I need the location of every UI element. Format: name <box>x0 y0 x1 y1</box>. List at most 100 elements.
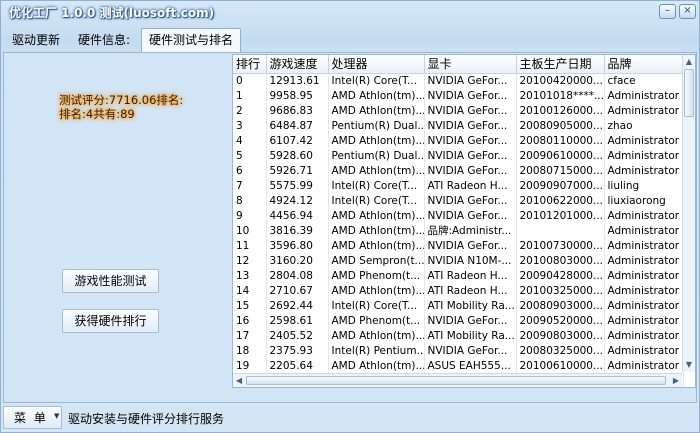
column-header-cpu[interactable]: 处理器 <box>328 55 425 74</box>
column-header-game-speed[interactable]: 游戏速度 <box>266 55 329 74</box>
scroll-right-icon[interactable]: ▶ <box>670 374 682 387</box>
table-row[interactable]: 0 12913.61 Intel(R) Core(T... NVIDIA GeFor.… <box>233 73 684 88</box>
window-title: 优化工厂 1.0.0 测试(luosoft.com) <box>9 6 215 20</box>
minimize-button[interactable]: – <box>659 4 676 19</box>
score-line: 测试评分:7716.06排名: <box>59 93 184 107</box>
cell-cpu: AMD Athlon(tm)... <box>328 133 425 148</box>
table-row[interactable]: 1 9958.95 AMD Athlon(tm)... NVIDIA GeFor...… <box>233 88 684 103</box>
menu-label: 菜 单 <box>14 411 48 425</box>
cell-gpu: ATI Mobility Ra... <box>424 298 517 313</box>
table-row[interactable]: 2 9686.83 AMD Athlon(tm)... NVIDIA GeFor...… <box>233 103 684 118</box>
cell-gpu: NVIDIA GeFor... <box>424 238 517 253</box>
cell-brand: Administrator <box>604 163 684 178</box>
cell-brand: Administrator <box>604 133 684 148</box>
cell-cpu: Pentium(R) Dual... <box>328 148 425 163</box>
cell-cpu: AMD Athlon(tm)... <box>328 283 425 298</box>
cell-board-date: 20100622000... <box>516 193 605 208</box>
column-header-gpu[interactable]: 显卡 <box>424 55 517 74</box>
cell-rank: 15 <box>233 298 267 313</box>
cell-board-date: 20090520000... <box>516 313 605 328</box>
cell-board-date: 20080110000... <box>516 133 605 148</box>
table-row[interactable]: 14 2710.67 AMD Athlon(tm)... ATI Radeon H..… <box>233 283 684 298</box>
cell-rank: 9 <box>233 208 267 223</box>
ranking-table[interactable]: 排行 游戏速度 处理器 显卡 主板生产日期 品牌 0 12913.61 Intel(… <box>232 54 696 388</box>
cell-game-speed: 3160.20 <box>266 253 329 268</box>
column-header-brand[interactable]: 品牌 <box>604 55 684 74</box>
cell-rank: 0 <box>233 73 267 88</box>
cell-cpu: AMD Athlon(tm)... <box>328 103 425 118</box>
cell-cpu: AMD Athlon(tm)... <box>328 238 425 253</box>
get-ranking-button[interactable]: 获得硬件排行 <box>62 309 159 333</box>
table-row[interactable]: 18 2375.93 Intel(R) Pentium... NVIDIA GeFor… <box>233 343 684 358</box>
tab-driver-update[interactable]: 驱动更新 <box>5 29 67 52</box>
cell-game-speed: 2375.93 <box>266 343 329 358</box>
horizontal-scrollbar[interactable]: ◀ ▶ <box>233 373 682 387</box>
cell-rank: 13 <box>233 268 267 283</box>
tab-hardware-info[interactable]: 硬件信息: <box>71 29 137 52</box>
cell-brand: Administrator <box>604 148 684 163</box>
performance-test-button[interactable]: 游戏性能测试 <box>62 269 159 293</box>
cell-board-date: 20100420000... <box>516 73 605 88</box>
cell-gpu: ASUS EAH555... <box>424 358 517 373</box>
cell-gpu: NVIDIA GeFor... <box>424 208 517 223</box>
cell-rank: 19 <box>233 358 267 373</box>
cell-cpu: Intel(R) Pentium... <box>328 343 425 358</box>
table-row[interactable]: 17 2405.52 AMD Athlon(tm)... ATI Mobility R… <box>233 328 684 343</box>
column-header-board-date[interactable]: 主板生产日期 <box>516 55 605 74</box>
vertical-scroll-thumb[interactable] <box>684 69 694 117</box>
cell-brand: Administrator <box>604 313 684 328</box>
table-row[interactable]: 16 2598.61 AMD Phenom(t... NVIDIA GeFor... 2… <box>233 313 684 328</box>
table-row[interactable]: 19 2205.64 AMD Athlon(tm)... ASUS EAH555...… <box>233 358 684 373</box>
vertical-scrollbar[interactable]: ▲ ▼ <box>682 55 695 372</box>
close-button[interactable]: × <box>679 4 696 19</box>
cell-game-speed: 2405.52 <box>266 328 329 343</box>
table-row[interactable]: 13 2804.08 AMD Phenom(t... ATI Radeon H... 2… <box>233 268 684 283</box>
menu-dropdown-icon[interactable]: ▼ <box>54 412 59 420</box>
cell-board-date: 20100730000... <box>516 238 605 253</box>
cell-board-date: 20090610000... <box>516 148 605 163</box>
column-header-rank[interactable]: 排行 <box>233 55 267 74</box>
table-row[interactable]: 10 3816.39 AMD Athlon(tm)... 品牌:Administr..… <box>233 223 684 238</box>
table-row[interactable]: 5 5928.60 Pentium(R) Dual... NVIDIA GeFor..… <box>233 148 684 163</box>
table-row[interactable]: 15 2692.44 Intel(R) Core(T... ATI Mobility … <box>233 298 684 313</box>
tab-hardware-test-ranking[interactable]: 硬件测试与排名 <box>141 28 242 53</box>
cell-cpu: AMD Athlon(tm)... <box>328 163 425 178</box>
cell-rank: 5 <box>233 148 267 163</box>
tab-panel: 测试评分:7716.06排名: 排名:4共有:89 游戏性能测试 获得硬件排行 … <box>3 52 697 403</box>
cell-gpu: NVIDIA GeFor... <box>424 73 517 88</box>
horizontal-scroll-thumb[interactable] <box>246 376 666 385</box>
cell-rank: 10 <box>233 223 267 238</box>
title-bar: 优化工厂 1.0.0 测试(luosoft.com) – × <box>1 1 699 25</box>
cell-board-date: 20100610000... <box>516 358 605 373</box>
cell-brand: Administrator <box>604 238 684 253</box>
cell-rank: 11 <box>233 238 267 253</box>
cell-gpu: NVIDIA GeFor... <box>424 88 517 103</box>
cell-rank: 7 <box>233 178 267 193</box>
cell-brand: Administrator <box>604 358 684 373</box>
scroll-left-icon[interactable]: ◀ <box>233 374 245 387</box>
cell-gpu: NVIDIA GeFor... <box>424 163 517 178</box>
cell-game-speed: 6484.87 <box>266 118 329 133</box>
table-row[interactable]: 11 3596.80 AMD Athlon(tm)... NVIDIA GeFor..… <box>233 238 684 253</box>
table-row[interactable]: 7 5575.99 Intel(R) Core(T... ATI Radeon H..… <box>233 178 684 193</box>
cell-rank: 18 <box>233 343 267 358</box>
rank-line: 排名:4共有:89 <box>59 107 135 121</box>
cell-game-speed: 2710.67 <box>266 283 329 298</box>
scroll-down-icon[interactable]: ▼ <box>683 359 695 371</box>
cell-gpu: ATI Radeon H... <box>424 283 517 298</box>
table-row[interactable]: 9 4456.94 AMD Athlon(tm)... NVIDIA GeFor...… <box>233 208 684 223</box>
cell-board-date: 20101018****... <box>516 88 605 103</box>
cell-cpu: Pentium(R) Dual... <box>328 118 425 133</box>
scroll-up-icon[interactable]: ▲ <box>683 56 695 68</box>
cell-rank: 2 <box>233 103 267 118</box>
cell-brand: Administrator <box>604 103 684 118</box>
cell-rank: 12 <box>233 253 267 268</box>
table-row[interactable]: 12 3160.20 AMD Sempron(t... NVIDIA N10M-...… <box>233 253 684 268</box>
table-row[interactable]: 6 5926.71 AMD Athlon(tm)... NVIDIA GeFor...… <box>233 163 684 178</box>
cell-brand: Administrator <box>604 328 684 343</box>
table-row[interactable]: 4 6107.42 AMD Athlon(tm)... NVIDIA GeFor...… <box>233 133 684 148</box>
table-row[interactable]: 3 6484.87 Pentium(R) Dual... NVIDIA GeFor..… <box>233 118 684 133</box>
cell-rank: 17 <box>233 328 267 343</box>
cell-board-date: 20100126000... <box>516 103 605 118</box>
table-row[interactable]: 8 4924.12 Intel(R) Core(T... NVIDIA GeFor..… <box>233 193 684 208</box>
